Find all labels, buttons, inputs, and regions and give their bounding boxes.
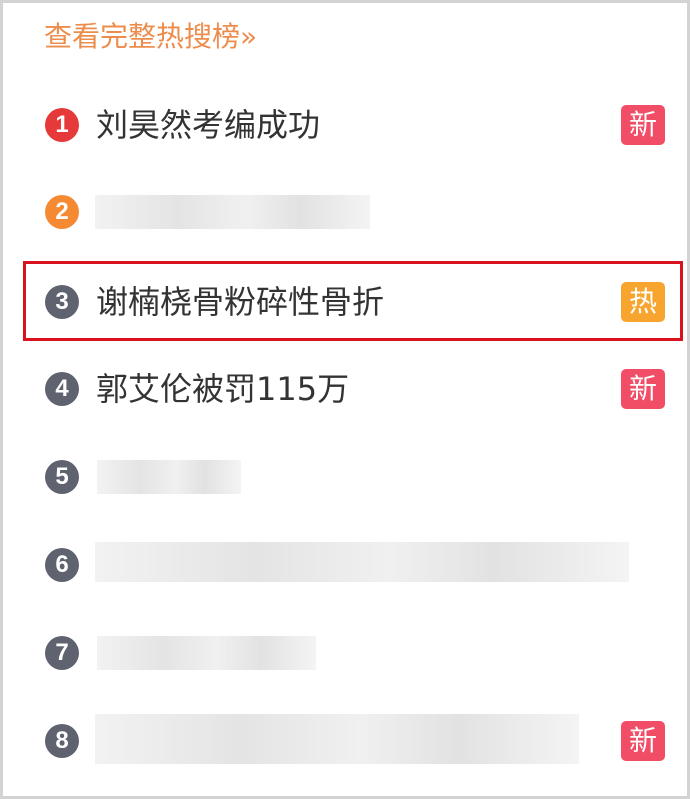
rank-badge: 3 bbox=[45, 285, 79, 319]
hot-search-item-5[interactable]: 5 bbox=[23, 436, 683, 516]
rank-badge: 7 bbox=[45, 636, 79, 670]
rank-badge: 5 bbox=[45, 460, 79, 494]
hot-search-title[interactable]: 郭艾伦被罚115万 bbox=[96, 366, 349, 412]
blurred-title[interactable] bbox=[95, 195, 370, 229]
blurred-title[interactable] bbox=[97, 636, 316, 670]
hot-search-title[interactable]: 刘昊然考编成功 bbox=[96, 102, 320, 148]
view-full-hot-search-link[interactable]: 查看完整热搜榜» bbox=[44, 17, 257, 57]
hot-search-item-3[interactable]: 3 谢楠桡骨粉碎性骨折 热 bbox=[23, 261, 683, 341]
blurred-title[interactable] bbox=[95, 714, 579, 764]
hot-search-panel: 查看完整热搜榜» 1 刘昊然考编成功 新 2 3 谢楠桡骨粉碎性骨折 热 4 郭… bbox=[0, 0, 690, 799]
new-tag: 新 bbox=[621, 369, 665, 409]
hot-search-title[interactable]: 谢楠桡骨粉碎性骨折 bbox=[96, 279, 384, 325]
blurred-title[interactable] bbox=[97, 460, 241, 494]
hot-search-item-2[interactable]: 2 bbox=[23, 171, 683, 251]
hot-search-item-4[interactable]: 4 郭艾伦被罚115万 新 bbox=[23, 348, 683, 428]
rank-badge: 8 bbox=[45, 724, 79, 758]
rank-badge: 1 bbox=[45, 108, 79, 142]
rank-badge: 6 bbox=[45, 548, 79, 582]
hot-search-item-1[interactable]: 1 刘昊然考编成功 新 bbox=[23, 84, 683, 164]
blurred-title[interactable] bbox=[95, 542, 629, 582]
new-tag: 新 bbox=[621, 721, 665, 761]
rank-badge: 2 bbox=[45, 195, 79, 229]
rank-badge: 4 bbox=[45, 372, 79, 406]
hot-search-item-6[interactable]: 6 bbox=[23, 524, 683, 604]
hot-tag: 热 bbox=[621, 282, 665, 322]
hot-search-item-7[interactable]: 7 bbox=[23, 612, 683, 692]
new-tag: 新 bbox=[621, 105, 665, 145]
hot-search-item-8[interactable]: 8 新 bbox=[23, 700, 683, 780]
